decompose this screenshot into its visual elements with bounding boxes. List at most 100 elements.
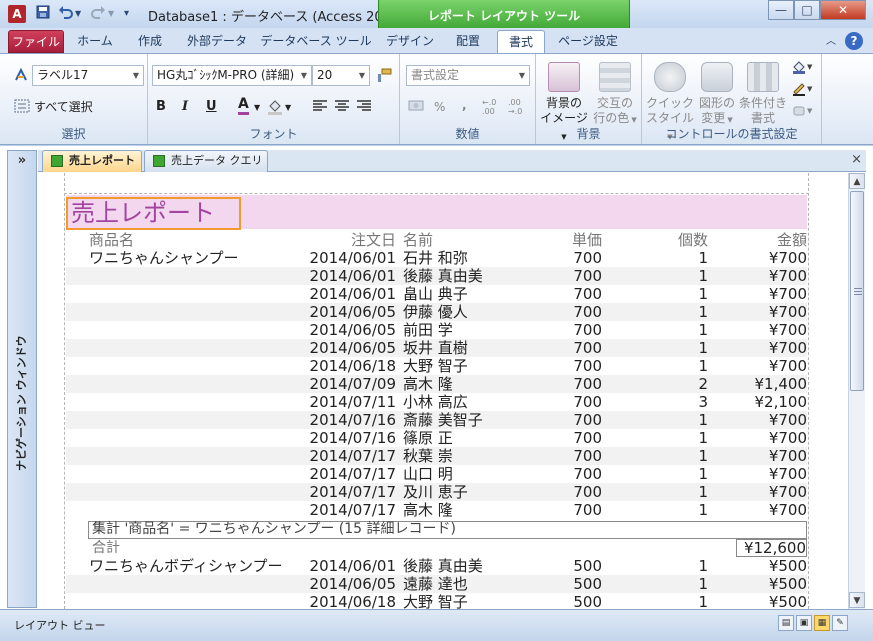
- ribbon-collapse-icon[interactable]: ︿: [824, 30, 838, 53]
- cell-price[interactable]: 700: [522, 483, 602, 501]
- cell-qty[interactable]: 3: [642, 393, 708, 411]
- cell-price[interactable]: 700: [522, 501, 602, 519]
- font-family-select[interactable]: HG丸ｺﾞｼｯｸM-PRO (詳細) ▼: [152, 65, 312, 86]
- tab-create[interactable]: 作成: [126, 30, 174, 53]
- cell-name[interactable]: 大野 智子: [403, 593, 523, 609]
- cell-name[interactable]: 伊藤 優人: [403, 303, 523, 321]
- cell-price[interactable]: 700: [522, 303, 602, 321]
- cell-name[interactable]: 大野 智子: [403, 357, 523, 375]
- print-preview-icon[interactable]: ▣: [796, 615, 812, 631]
- cell-date[interactable]: 2014/06/05: [292, 575, 396, 593]
- vertical-scrollbar[interactable]: ▲ ▼: [848, 173, 865, 609]
- redo-dropdown-icon[interactable]: ▼: [108, 5, 114, 23]
- cell-amount[interactable]: ¥700: [722, 357, 807, 375]
- cell-date[interactable]: 2014/07/17: [292, 483, 396, 501]
- cell-price[interactable]: 700: [522, 375, 602, 393]
- cell-qty[interactable]: 1: [642, 575, 708, 593]
- object-selector[interactable]: ラベル17 ▼: [32, 65, 144, 86]
- cell-name[interactable]: 坂井 直樹: [403, 339, 523, 357]
- cell-amount[interactable]: ¥700: [722, 285, 807, 303]
- cell-amount[interactable]: ¥700: [722, 447, 807, 465]
- cell-price[interactable]: 700: [522, 429, 602, 447]
- cell-amount[interactable]: ¥500: [722, 593, 807, 609]
- maximize-button[interactable]: □: [794, 0, 820, 20]
- font-size-select[interactable]: 20 ▼: [312, 65, 370, 86]
- conditional-format-button[interactable]: 条件付き 書式: [738, 62, 788, 126]
- column-header-date[interactable]: 注文日: [292, 231, 396, 249]
- select-all-button[interactable]: すべて選択: [34, 99, 93, 115]
- cell-price[interactable]: 500: [522, 575, 602, 593]
- tab-database-tools[interactable]: データベース ツール: [260, 30, 372, 53]
- shape-effects-icon[interactable]: ▼: [792, 104, 814, 121]
- cell-qty[interactable]: 1: [642, 447, 708, 465]
- cell-date[interactable]: 2014/06/18: [292, 357, 396, 375]
- cell-qty[interactable]: 1: [642, 321, 708, 339]
- cell-qty[interactable]: 1: [642, 285, 708, 303]
- cell-price[interactable]: 700: [522, 357, 602, 375]
- column-header-price[interactable]: 単価: [522, 231, 602, 249]
- cell-qty[interactable]: 1: [642, 411, 708, 429]
- cell-price[interactable]: 700: [522, 393, 602, 411]
- cell-qty[interactable]: 1: [642, 429, 708, 447]
- nav-pane-toggle-button[interactable]: »: [8, 153, 36, 168]
- group2-product-name[interactable]: ワニちゃんボディシャンプー: [89, 557, 283, 575]
- cell-qty[interactable]: 1: [642, 339, 708, 357]
- cell-date[interactable]: 2014/07/16: [292, 429, 396, 447]
- save-icon[interactable]: [36, 5, 50, 23]
- cell-name[interactable]: 篠原 正: [403, 429, 523, 447]
- cell-amount[interactable]: ¥500: [722, 557, 807, 575]
- cell-price[interactable]: 700: [522, 339, 602, 357]
- chevron-down-icon[interactable]: ▼: [285, 100, 291, 116]
- tab-format[interactable]: 書式: [497, 30, 545, 55]
- cell-qty[interactable]: 1: [642, 465, 708, 483]
- report-view-icon[interactable]: ▤: [778, 615, 794, 631]
- cell-qty[interactable]: 1: [642, 501, 708, 519]
- cell-qty[interactable]: 1: [642, 557, 708, 575]
- cell-price[interactable]: 700: [522, 285, 602, 303]
- navigation-pane[interactable]: » ナビゲーション ウィンドウ: [7, 150, 37, 608]
- italic-button[interactable]: I: [182, 99, 188, 115]
- cell-date[interactable]: 2014/06/05: [292, 339, 396, 357]
- column-header-amount[interactable]: 金額: [722, 231, 807, 249]
- cell-name[interactable]: 高木 隆: [403, 375, 523, 393]
- cell-date[interactable]: 2014/07/17: [292, 465, 396, 483]
- redo-icon[interactable]: [90, 5, 106, 23]
- number-format-select[interactable]: 書式設定 ▼: [406, 65, 530, 86]
- percent-button[interactable]: %: [434, 99, 445, 115]
- cell-amount[interactable]: ¥700: [722, 465, 807, 483]
- cell-amount[interactable]: ¥500: [722, 575, 807, 593]
- column-header-name[interactable]: 名前: [403, 231, 433, 249]
- cell-date[interactable]: 2014/06/18: [292, 593, 396, 609]
- cell-amount[interactable]: ¥700: [722, 501, 807, 519]
- cell-price[interactable]: 700: [522, 411, 602, 429]
- cell-date[interactable]: 2014/07/17: [292, 501, 396, 519]
- cell-price[interactable]: 500: [522, 593, 602, 609]
- cell-date[interactable]: 2014/06/05: [292, 321, 396, 339]
- cell-name[interactable]: 秋葉 崇: [403, 447, 523, 465]
- underline-button[interactable]: U: [206, 99, 217, 115]
- cell-name[interactable]: 小林 高広: [403, 393, 523, 411]
- fill-color-icon[interactable]: [266, 98, 284, 119]
- cell-amount[interactable]: ¥700: [722, 249, 807, 267]
- shape-fill-icon[interactable]: ▼: [792, 60, 814, 77]
- cell-date[interactable]: 2014/06/01: [292, 285, 396, 303]
- tab-external-data[interactable]: 外部データ: [180, 30, 254, 53]
- column-header-product[interactable]: 商品名: [89, 231, 134, 249]
- doc-tab-sales-report[interactable]: 売上レポート: [42, 150, 142, 172]
- tab-file[interactable]: ファイル: [8, 30, 64, 53]
- cell-date[interactable]: 2014/07/09: [292, 375, 396, 393]
- cell-date[interactable]: 2014/07/16: [292, 411, 396, 429]
- cell-amount[interactable]: ¥700: [722, 483, 807, 501]
- cell-date[interactable]: 2014/06/01: [292, 267, 396, 285]
- cell-name[interactable]: 高木 隆: [403, 501, 523, 519]
- cell-price[interactable]: 700: [522, 447, 602, 465]
- decrease-decimal-button[interactable]: .00 →.0: [508, 98, 532, 116]
- cell-qty[interactable]: 1: [642, 303, 708, 321]
- cell-date[interactable]: 2014/07/17: [292, 447, 396, 465]
- cell-qty[interactable]: 1: [642, 357, 708, 375]
- cell-name[interactable]: 前田 学: [403, 321, 523, 339]
- doc-tab-sales-query[interactable]: 売上データ クエリ: [144, 150, 268, 172]
- shape-outline-icon[interactable]: ▼: [792, 82, 814, 99]
- cell-name[interactable]: 遠藤 達也: [403, 575, 523, 593]
- access-app-icon[interactable]: A: [8, 5, 26, 23]
